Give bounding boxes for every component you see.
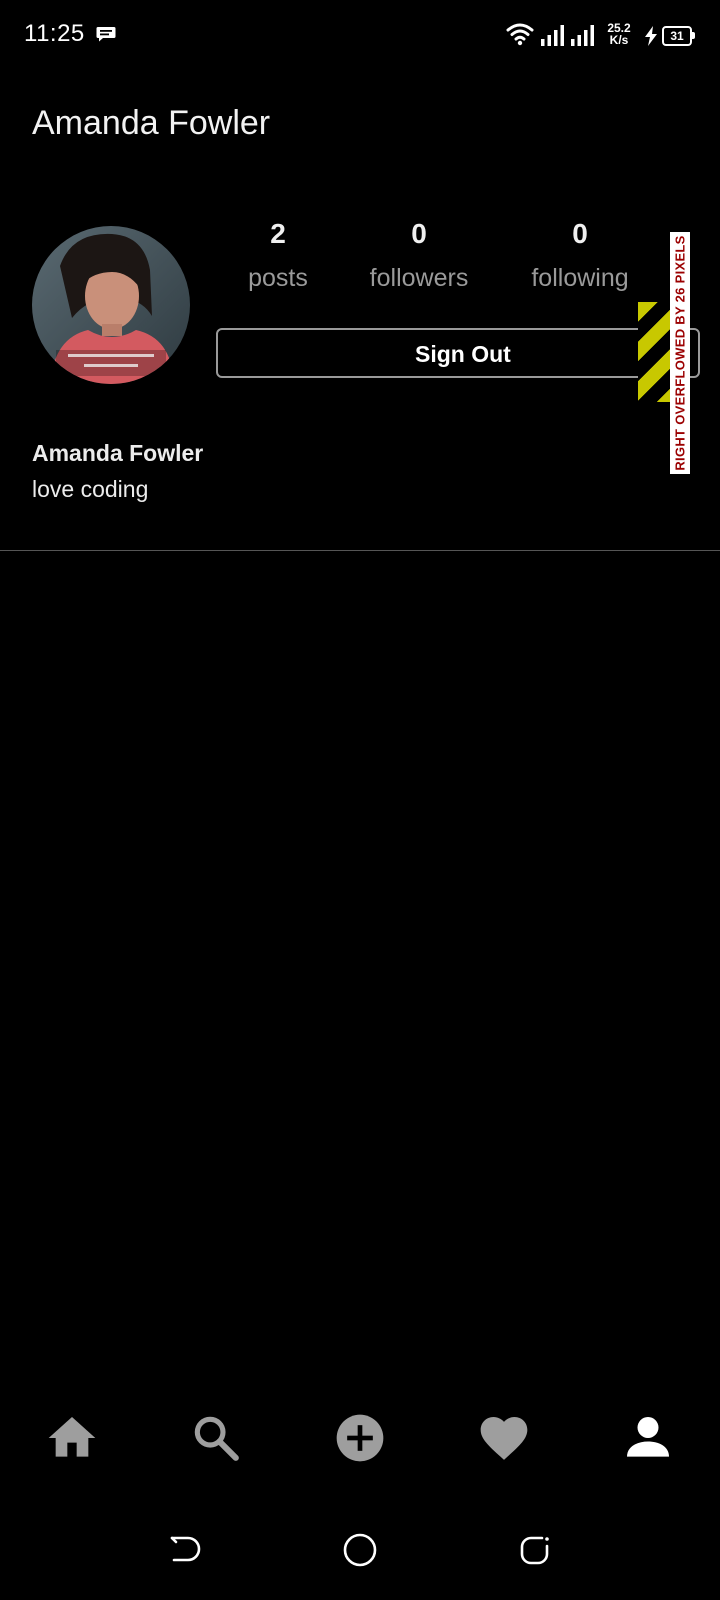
status-time: 11:25 [24,20,85,47]
system-recent-button[interactable] [516,1530,556,1570]
message-icon [96,27,116,42]
signal-icon [541,25,564,46]
followers-count: 0 [411,218,427,249]
signal-icon [571,25,594,46]
avatar[interactable] [32,226,190,384]
back-icon [170,1536,201,1562]
bottom-nav [0,1392,720,1482]
system-back-button[interactable] [164,1530,204,1570]
home-circle-icon [343,1533,377,1567]
profile-bio: love coding [32,476,149,502]
system-nav [0,1520,720,1590]
battery-level: 31 [670,29,684,43]
posts-label: posts [248,264,308,292]
profile-name: Amanda Fowler [32,440,204,466]
search-icon [194,1416,239,1461]
battery-icon: 31 [662,26,692,46]
recent-apps-icon [520,1536,549,1565]
add-post-icon [336,1414,384,1462]
nav-add-post[interactable] [332,1410,388,1466]
charging-icon [645,26,657,46]
avatar-image [32,226,190,384]
status-icons: 25.2 K/s 31 [506,18,696,54]
nav-profile[interactable] [620,1410,676,1466]
stat-posts: 2 posts [198,212,358,300]
nav-activity[interactable] [476,1410,532,1466]
following-count: 0 [572,218,588,249]
battery-tip [692,32,695,39]
sign-out-button[interactable]: Sign Out [216,328,700,378]
heart-icon [480,1417,528,1460]
wifi-icon [506,23,534,46]
nav-search[interactable] [188,1410,244,1466]
sign-out-label: Sign Out [415,341,511,367]
home-icon [48,1417,96,1457]
system-home-button[interactable] [340,1530,380,1570]
network-speed: 25.2 K/s [607,21,631,47]
overflow-warning-label: RIGHT OVERFLOWED BY 26 PIXELS [670,232,690,474]
posts-count: 2 [270,218,286,249]
following-label: following [531,264,629,292]
divider [0,550,720,551]
nav-home[interactable] [44,1410,100,1466]
stat-followers[interactable]: 0 followers [339,212,499,300]
status-bar: 11:25 25.2 K/s 31 [0,0,720,72]
page-title: Amanda Fowler [32,104,271,142]
followers-label: followers [369,264,469,292]
overflow-warning-stripes [638,302,670,402]
stat-following[interactable]: 0 following [500,212,660,300]
profile-icon [627,1417,669,1457]
